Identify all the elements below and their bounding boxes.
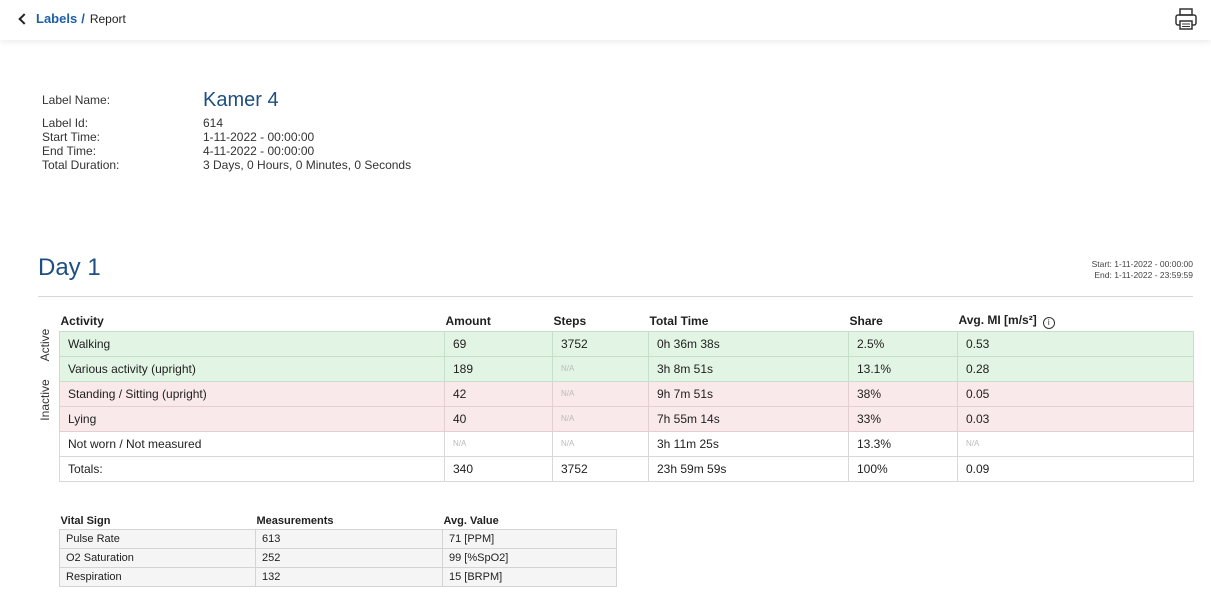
table-cell: Walking [59, 330, 445, 357]
table-cell: Not worn / Not measured [59, 430, 445, 457]
table-cell: N/A [444, 430, 553, 457]
top-bar: Labels / Report [0, 0, 1211, 40]
label-name-row: Label Name: Kamer 4 [42, 86, 411, 114]
column-header: Amount [445, 314, 491, 329]
table-cell: 0.05 [957, 380, 1194, 407]
table-cell: 0.09 [957, 455, 1194, 482]
table-cell: 613 [255, 528, 443, 549]
label-info: Label Name: Kamer 4 Label Id: 614 Start … [42, 86, 411, 173]
table-cell: 99 [%SpO2] [442, 547, 617, 568]
activity-table: Activity Amount Steps Total Time Share A… [59, 312, 1194, 482]
table-row: Pulse Rate 613 71 [PPM] [59, 528, 617, 549]
info-value: 1-11-2022 - 00:00:00 [203, 130, 315, 144]
day-range: Start: 1-11-2022 - 00:00:00 End: 1-11-20… [1092, 259, 1193, 281]
totals-row: Totals: 340 3752 23h 59m 59s 100% 0.09 [59, 455, 1194, 482]
day-end: End: 1-11-2022 - 23:59:59 [1094, 270, 1193, 280]
group-label-inactive: Inactive [38, 379, 52, 421]
column-header: Share [849, 314, 883, 329]
column-header: Steps [553, 314, 587, 329]
table-cell: Standing / Sitting (upright) [59, 380, 445, 407]
table-cell: 15 [BRPM] [442, 566, 617, 587]
vitals-table: Vital Sign Measurements Avg. Value Pulse… [59, 513, 617, 587]
breadcrumb: Labels / Report [18, 11, 126, 26]
table-cell: 42 [444, 380, 553, 407]
column-header: Total Time [649, 314, 709, 329]
info-icon[interactable]: i [1042, 317, 1055, 330]
table-cell: 38% [848, 380, 958, 407]
table-cell: 3h 11m 25s [648, 430, 849, 457]
print-icon[interactable] [1173, 6, 1199, 32]
table-cell: N/A [552, 405, 649, 432]
table-cell: 0.53 [957, 330, 1194, 357]
table-cell: 9h 7m 51s [648, 380, 849, 407]
info-key: Start Time: [42, 130, 101, 144]
table-header-row: Vital Sign Measurements Avg. Value [60, 513, 617, 529]
column-header: Avg. MI [m/s²] [958, 313, 1037, 328]
table-row: Walking 69 3752 0h 36m 38s 2.5% 0.53 [59, 330, 1194, 357]
table-cell: 0.28 [957, 355, 1194, 382]
table-cell: O2 Saturation [59, 547, 256, 568]
label-name-value: Kamer 4 [203, 88, 279, 111]
table-cell: 0h 36m 38s [648, 330, 849, 357]
table-cell: 7h 55m 14s [648, 405, 849, 432]
table-cell: 69 [444, 330, 553, 357]
start-time-row: Start Time: 1-11-2022 - 00:00:00 [42, 130, 411, 144]
breadcrumb-labels-link[interactable]: Labels [36, 11, 77, 26]
label-name-key: Label Name: [42, 93, 111, 107]
table-cell: 3752 [552, 330, 649, 357]
table-row: Various activity (upright) 189 N/A 3h 8m… [59, 355, 1194, 382]
table-cell: 3752 [552, 455, 649, 482]
table-cell: 189 [444, 355, 553, 382]
table-cell: Respiration [59, 566, 256, 587]
info-key: Total Duration: [42, 158, 120, 172]
table-cell: 13.3% [848, 430, 958, 457]
table-cell: N/A [552, 380, 649, 407]
table-cell: 0.03 [957, 405, 1194, 432]
table-cell: Various activity (upright) [59, 355, 445, 382]
table-cell: Pulse Rate [59, 528, 256, 549]
table-cell: 132 [255, 566, 443, 587]
label-id-row: Label Id: 614 [42, 116, 411, 130]
breadcrumb-separator: / [81, 11, 85, 26]
table-cell: N/A [552, 430, 649, 457]
table-cell: 40 [444, 405, 553, 432]
table-cell: 252 [255, 547, 443, 568]
table-cell: 13.1% [848, 355, 958, 382]
table-cell: 100% [848, 455, 958, 482]
table-row: Standing / Sitting (upright) 42 N/A 9h 7… [59, 380, 1194, 407]
info-value: 614 [203, 116, 224, 130]
table-header-row: Activity Amount Steps Total Time Share A… [60, 312, 1194, 331]
table-cell: N/A [957, 430, 1194, 457]
column-header: Activity [60, 314, 104, 329]
breadcrumb-current: Report [89, 11, 126, 26]
chevron-left-icon[interactable] [18, 12, 30, 25]
day-start: Start: 1-11-2022 - 00:00:00 [1091, 259, 1193, 269]
table-row: Lying 40 N/A 7h 55m 14s 33% 0.03 [59, 405, 1194, 432]
divider [38, 296, 1193, 297]
table-cell: 23h 59m 59s [648, 455, 849, 482]
column-header: Avg. Value [443, 514, 499, 527]
table-cell: 71 [PPM] [442, 528, 617, 549]
table-cell: 3h 8m 51s [648, 355, 849, 382]
info-value: 3 Days, 0 Hours, 0 Minutes, 0 Seconds [203, 158, 412, 172]
info-value: 4-11-2022 - 00:00:00 [203, 144, 315, 158]
table-cell: Lying [59, 405, 445, 432]
column-header-avg-mi: Avg. MI [m/s²] i [958, 312, 1194, 331]
total-duration-row: Total Duration: 3 Days, 0 Hours, 0 Minut… [42, 158, 411, 172]
column-header: Measurements [256, 514, 334, 527]
table-row: Respiration 132 15 [BRPM] [59, 566, 617, 587]
group-label-active: Active [38, 328, 52, 362]
table-cell: 2.5% [848, 330, 958, 357]
end-time-row: End Time: 4-11-2022 - 00:00:00 [42, 144, 411, 158]
column-header: Vital Sign [60, 514, 111, 527]
table-row: O2 Saturation 252 99 [%SpO2] [59, 547, 617, 568]
table-cell: 340 [444, 455, 553, 482]
info-key: End Time: [42, 144, 97, 158]
table-cell: N/A [552, 355, 649, 382]
table-cell: Totals: [59, 455, 445, 482]
day-title: Day 1 [38, 254, 101, 281]
table-row: Not worn / Not measured N/A N/A 3h 11m 2… [59, 430, 1194, 457]
table-cell: 33% [848, 405, 958, 432]
info-key: Label Id: [42, 116, 89, 130]
